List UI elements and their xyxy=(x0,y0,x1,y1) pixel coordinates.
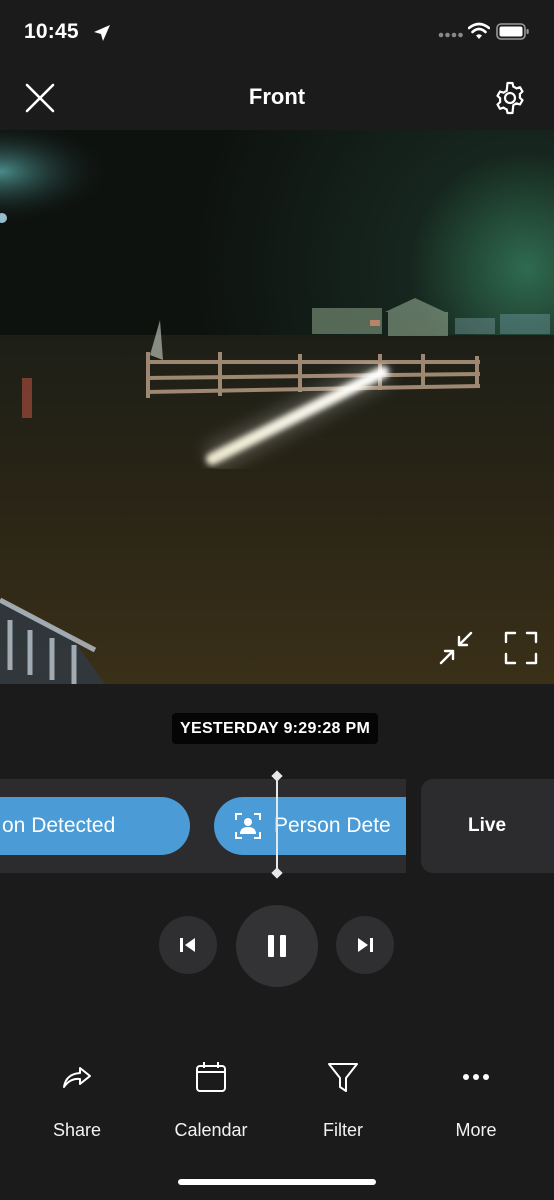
event-chip[interactable]: Person Dete xyxy=(214,797,406,855)
share-label: Share xyxy=(52,1120,102,1140)
filter-button[interactable]: Filter xyxy=(288,1052,398,1152)
more-icon xyxy=(463,1074,489,1080)
location-arrow-icon xyxy=(94,25,110,41)
live-button[interactable]: Live xyxy=(421,779,554,873)
battery-icon xyxy=(496,23,529,40)
home-indicator[interactable] xyxy=(178,1179,376,1185)
fullscreen-icon[interactable] xyxy=(503,630,539,666)
share-button[interactable]: Share xyxy=(22,1052,132,1152)
next-event-button[interactable] xyxy=(336,916,394,974)
pause-button[interactable] xyxy=(236,905,318,987)
minimize-icon[interactable] xyxy=(438,630,474,666)
previous-event-button[interactable] xyxy=(159,916,217,974)
timeline-playhead[interactable] xyxy=(276,776,278,876)
status-bar: 10:45 xyxy=(0,0,554,66)
event-timeline[interactable]: on Detected Person Dete xyxy=(0,779,406,873)
gear-icon[interactable] xyxy=(492,80,528,116)
previous-icon xyxy=(180,938,195,952)
cellular-signal-icon xyxy=(438,32,463,38)
more-label: More xyxy=(455,1120,497,1140)
share-icon xyxy=(63,1067,91,1088)
status-time: 10:45 xyxy=(24,20,79,43)
video-timestamp: YESTERDAY 9:29:28 PM xyxy=(172,713,379,744)
pause-icon xyxy=(268,935,286,957)
calendar-button[interactable]: Calendar xyxy=(156,1052,266,1152)
filter-icon xyxy=(328,1063,358,1092)
more-button[interactable]: More xyxy=(421,1052,531,1152)
event-chip[interactable]: on Detected xyxy=(0,797,190,855)
nav-bar: Front xyxy=(0,66,554,130)
night-scene-image xyxy=(0,130,554,684)
wifi-icon xyxy=(468,22,490,39)
filter-label: Filter xyxy=(323,1120,363,1140)
event-label: on Detected xyxy=(2,814,116,837)
app-screen: 10:45 Front YESTERDAY 9:29:28 PM on Dete… xyxy=(0,0,554,1200)
person-icon xyxy=(235,813,261,839)
event-label: Person Dete xyxy=(274,814,391,837)
camera-video-feed[interactable] xyxy=(0,130,554,684)
page-title: Front xyxy=(248,84,306,109)
calendar-icon xyxy=(196,1062,226,1092)
next-icon xyxy=(358,938,373,952)
calendar-label: Calendar xyxy=(174,1120,248,1140)
